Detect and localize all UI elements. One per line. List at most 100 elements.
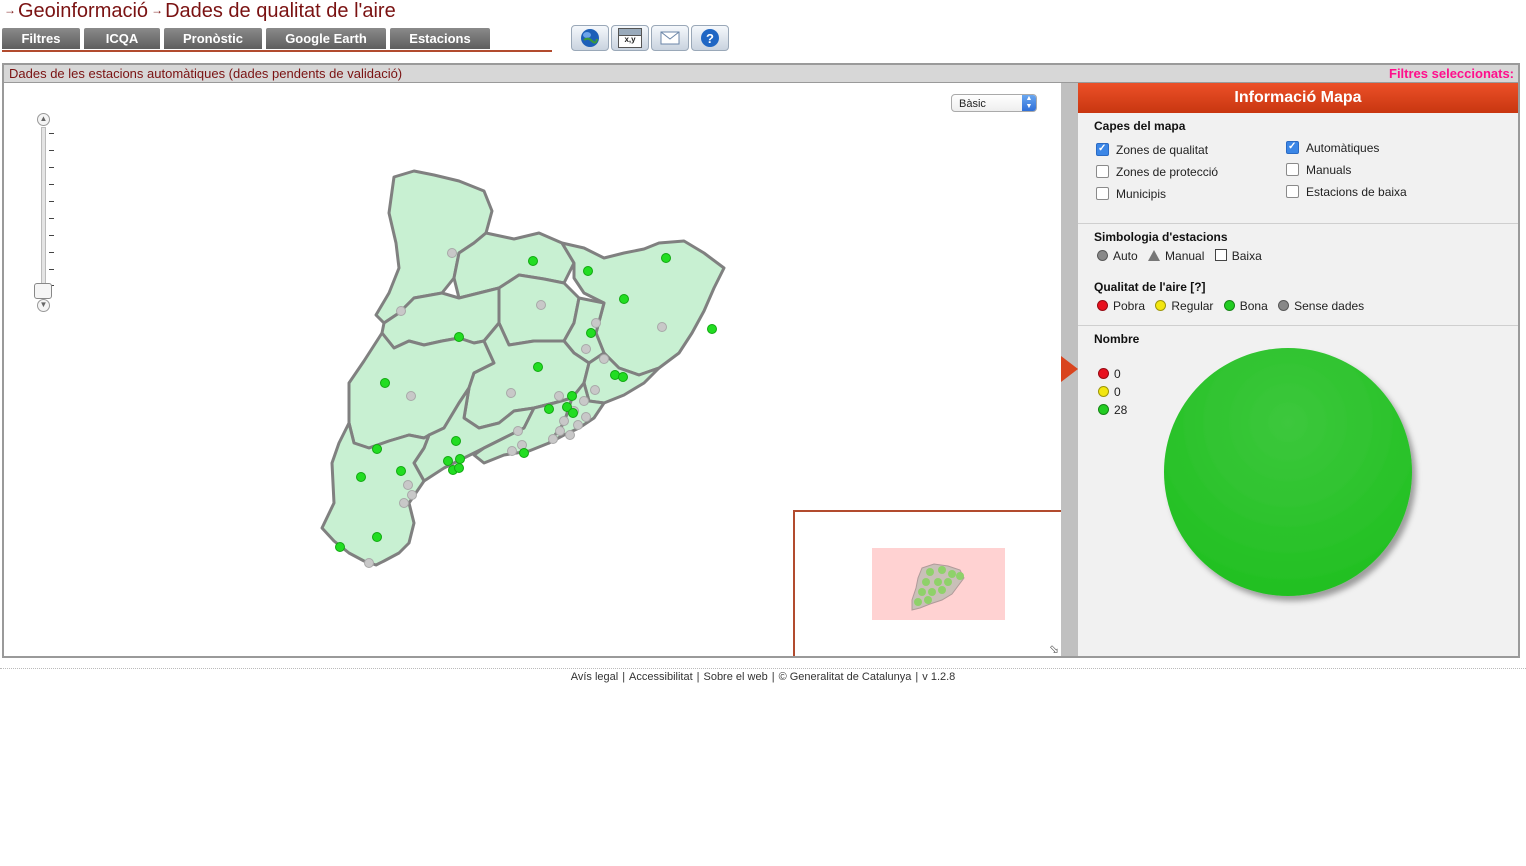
- footer-copyright: © Generalitat de Catalunya: [778, 671, 912, 683]
- legend-label: Bona: [1239, 299, 1268, 313]
- layers-title: Capes del mapa: [1094, 119, 1186, 133]
- checkbox-icon[interactable]: [1286, 163, 1299, 176]
- overview-map[interactable]: ⬂: [793, 510, 1061, 656]
- layer-checkbox-municipis[interactable]: Municipis: [1096, 186, 1166, 202]
- legend-label: Manual: [1165, 249, 1205, 263]
- overview-catalonia-thumbnail: [911, 563, 965, 611]
- panel-toggle[interactable]: [1061, 83, 1078, 656]
- layer-checkbox-zones-proteccio[interactable]: Zones de protecció: [1096, 164, 1218, 180]
- station-marker: [583, 266, 593, 276]
- symbology-title: Simbologia d'estacions: [1094, 230, 1228, 244]
- station-marker: [554, 391, 564, 401]
- yellow-dot-icon: [1098, 386, 1109, 397]
- station-marker: [396, 466, 406, 476]
- station-marker: [573, 420, 583, 430]
- tab-pronostic[interactable]: Pronòstic: [164, 28, 262, 49]
- legend-label: Pobra: [1113, 299, 1146, 313]
- arrow-icon: →: [151, 3, 164, 17]
- xy-coordinates-button[interactable]: x,y: [611, 25, 649, 51]
- tab-filtres[interactable]: Filtres: [2, 28, 80, 49]
- pie-slices: [1164, 348, 1412, 596]
- station-marker: [619, 294, 629, 304]
- checkbox-checked-icon[interactable]: [1286, 139, 1299, 155]
- station-marker: [513, 426, 523, 436]
- station-marker: [581, 412, 591, 422]
- checkbox-icon[interactable]: [1096, 187, 1109, 200]
- help-button[interactable]: ?: [691, 25, 729, 51]
- triangle-icon: [1148, 250, 1161, 261]
- red-dot-icon: [1097, 300, 1108, 311]
- tab-google-earth[interactable]: Google Earth: [266, 28, 386, 49]
- count-bona: 28: [1098, 403, 1127, 417]
- checkbox-icon[interactable]: [1096, 165, 1109, 178]
- square-icon: [1214, 249, 1227, 261]
- yellow-dot-icon: [1155, 300, 1167, 311]
- checkbox-checked-icon[interactable]: [1096, 141, 1109, 157]
- station-marker: [380, 378, 390, 388]
- station-marker: [507, 446, 517, 456]
- tab-icqa[interactable]: ICQA: [84, 28, 160, 49]
- tab-estacions[interactable]: Estacions: [390, 28, 490, 49]
- footer-link-sobre-web[interactable]: Sobre el web: [703, 671, 767, 683]
- station-marker: [618, 372, 628, 382]
- checkbox-label: Manuals: [1306, 163, 1352, 177]
- station-marker: [559, 416, 569, 426]
- green-dot-icon: [1098, 404, 1109, 415]
- station-marker: [565, 430, 575, 440]
- station-marker: [544, 404, 554, 414]
- layer-checkbox-estacions-baixa[interactable]: Estacions de baixa: [1286, 184, 1407, 200]
- page-title: Dades de qualitat de l'aire: [165, 0, 396, 22]
- station-marker: [591, 318, 601, 328]
- station-marker: [356, 472, 366, 482]
- tab-bar: Filtres ICQA Pronòstic Google Earth Esta…: [2, 28, 552, 52]
- divider: [1078, 223, 1518, 224]
- svg-text:?: ?: [706, 31, 714, 46]
- footer-divider: [0, 668, 1526, 669]
- count-value: 0: [1114, 367, 1121, 381]
- checkbox-icon[interactable]: [1286, 185, 1299, 198]
- map-canvas[interactable]: ▲ ▼ Bàsic ▲ ▼ ⬂: [4, 83, 1061, 656]
- count-regular: 0: [1098, 385, 1121, 399]
- mail-button[interactable]: [651, 25, 689, 51]
- layer-checkbox-automatiques[interactable]: Automàtiques: [1286, 139, 1380, 156]
- resize-arrow-icon[interactable]: ⬂: [1049, 642, 1059, 656]
- footer-link-accessibilitat[interactable]: Accessibilitat: [629, 671, 693, 683]
- station-marker: [590, 385, 600, 395]
- footer-link-avis-legal[interactable]: Avís legal: [571, 671, 619, 683]
- symbology-legend: Auto Manual Baixa: [1097, 249, 1262, 263]
- mail-icon: [660, 31, 680, 45]
- quality-legend: Pobra Regular Bona Sense dades: [1097, 299, 1364, 313]
- station-marker: [454, 332, 464, 342]
- station-marker: [657, 322, 667, 332]
- xy-coordinates-icon: x,y: [618, 28, 642, 48]
- xy-label: x,y: [624, 35, 636, 44]
- breadcrumb-geoinformacio[interactable]: Geoinformació: [18, 0, 148, 22]
- info-panel-title: Informació Mapa: [1078, 83, 1518, 113]
- station-marker: [364, 558, 374, 568]
- station-marker: [548, 434, 558, 444]
- green-dot-icon: [1223, 300, 1235, 311]
- overview-extent[interactable]: [872, 548, 1005, 620]
- station-marker: [403, 480, 413, 490]
- station-marker: [579, 396, 589, 406]
- station-marker: [335, 542, 345, 552]
- checkbox-label: Automàtiques: [1306, 141, 1380, 155]
- count-value: 0: [1114, 385, 1121, 399]
- globe-button[interactable]: [571, 25, 609, 51]
- legend-label: Baixa: [1231, 249, 1262, 263]
- checkbox-label: Zones de qualitat: [1116, 143, 1209, 157]
- layer-checkbox-manuals[interactable]: Manuals: [1286, 162, 1351, 178]
- info-panel: Informació Mapa Capes del mapa Zones de …: [1078, 83, 1518, 656]
- station-marker: [533, 362, 543, 372]
- station-marker: [406, 391, 416, 401]
- red-dot-icon: [1098, 368, 1109, 379]
- selected-filters-label: Filtres seleccionats:: [1389, 66, 1514, 81]
- map-frame: Dades de les estacions automàtiques (dad…: [2, 63, 1520, 658]
- layer-checkbox-zones-qualitat[interactable]: Zones de qualitat: [1096, 141, 1209, 158]
- station-marker: [454, 463, 464, 473]
- footer: Avís legal | Accessibilitat | Sobre el web | ©…: [570, 671, 956, 683]
- station-marker: [443, 456, 453, 466]
- station-marker: [599, 354, 609, 364]
- divider: [1078, 325, 1518, 326]
- checkbox-label: Estacions de baixa: [1306, 185, 1407, 199]
